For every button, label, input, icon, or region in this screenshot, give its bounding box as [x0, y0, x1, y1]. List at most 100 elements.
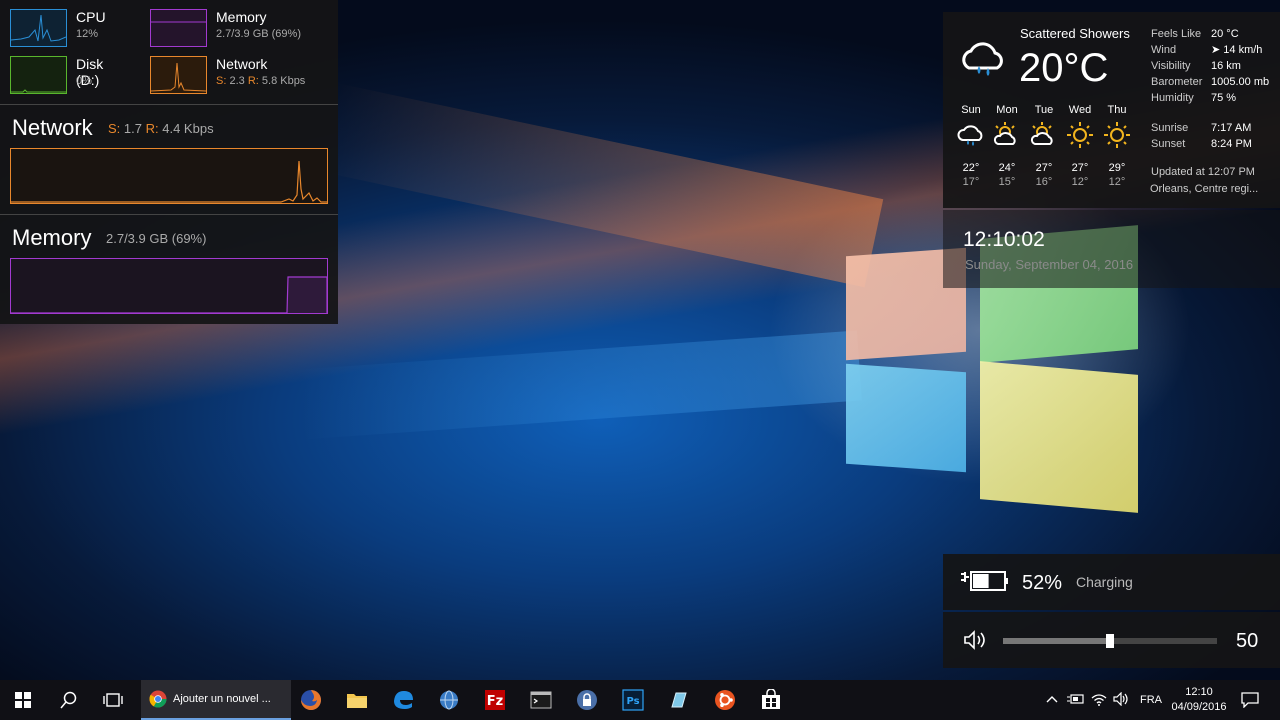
cpu-value: 12%: [76, 28, 99, 40]
edge-icon: [394, 691, 413, 709]
network-title: Network: [216, 56, 268, 72]
weather-sunrise: Sunrise 7:17 AM: [1151, 122, 1252, 134]
disk-value: 0%: [76, 75, 92, 87]
forecast-day-name: Wed: [1068, 104, 1092, 116]
taskbar-filezilla[interactable]: Fz: [472, 680, 518, 720]
windows-logo-pane: [980, 361, 1138, 513]
chevron-up-icon[interactable]: [1044, 694, 1060, 706]
wallpaper-light-beam: [316, 82, 884, 288]
forecast-day-name: Tue: [1034, 104, 1054, 116]
network-big-receive-value: 4.4 Kbps: [162, 121, 214, 136]
start-button[interactable]: [0, 680, 46, 720]
sun-icon: [1099, 122, 1135, 162]
forecast-day: Tue 27° 16°: [1026, 104, 1062, 188]
weather-temp-value: 20: [1019, 46, 1064, 90]
action-center-button[interactable]: [1230, 680, 1270, 720]
weather-updated: Updated at 12:07 PM: [1151, 166, 1255, 178]
memory-big-graph-line: [11, 276, 328, 314]
network-value: S: 2.3 R: 5.8 Kbps: [216, 75, 305, 87]
speaker-icon[interactable]: [963, 630, 989, 655]
network-graph: [150, 56, 207, 94]
taskbar-app[interactable]: [656, 680, 702, 720]
forecast-low: 12°: [1071, 176, 1089, 188]
memory-value: 2.7/3.9 GB (69%): [216, 28, 301, 40]
system-monitor-widget: CPU 12% Memory 2.7/3.9 GB (69%) Disk (D:…: [0, 0, 338, 324]
rain-cloud-icon: [957, 38, 1009, 83]
taskbar-edge[interactable]: [380, 680, 426, 720]
network-big-send-label: S:: [108, 121, 121, 136]
forecast-day: Thu 29° 12°: [1099, 104, 1135, 188]
battery-widget: 52% Charging: [943, 554, 1280, 610]
search-icon: [60, 691, 77, 709]
svg-text:Ps: Ps: [626, 696, 639, 707]
taskbar-command-prompt[interactable]: [518, 680, 564, 720]
divider: [0, 214, 338, 215]
battery-icon[interactable]: [1064, 693, 1088, 708]
memory-big-value: 2.7/3.9 GB (69%): [106, 231, 207, 246]
forecast-high: 27°: [1071, 162, 1089, 174]
battery-percent: 52%: [1022, 572, 1063, 594]
forecast-day-name: Thu: [1107, 104, 1127, 116]
terminal-icon: [530, 691, 552, 709]
photoshop-icon: Ps: [622, 689, 644, 711]
taskbar-chrome-window[interactable]: Ajouter un nouvel ...: [141, 680, 291, 720]
clock-time: 12:10:02: [963, 228, 1045, 251]
weather-detail-humidity: Humidity 75 %: [1151, 92, 1237, 104]
taskbar-photoshop[interactable]: Ps: [610, 680, 656, 720]
svg-text:Fz: Fz: [487, 694, 503, 709]
weather-widget: Scattered Showers 20°C Feels Like 20 °C W…: [943, 12, 1280, 208]
clock-date: Sunday, September 04, 2016: [965, 257, 1134, 272]
disk-graph-line: [11, 89, 66, 93]
forecast-high: 22°: [962, 162, 980, 174]
forecast-low: 12°: [1108, 176, 1126, 188]
forecast-day: Sun 22° 17°: [953, 104, 989, 188]
input-language[interactable]: FRA: [1140, 694, 1162, 706]
network-big-title: Network: [12, 115, 93, 140]
ubuntu-icon: [715, 690, 735, 710]
taskbar-outlook[interactable]: [426, 680, 472, 720]
clock-widget: 12:10:02 Sunday, September 04, 2016: [943, 210, 1280, 288]
forecast-high: 24°: [998, 162, 1016, 174]
filezilla-icon: Fz: [485, 690, 505, 710]
windows-logo-pane: [846, 363, 966, 473]
taskbar-date: 04/09/2016: [1171, 701, 1227, 713]
taskbar-keepass[interactable]: [564, 680, 610, 720]
weather-sun-times: Sunrise 7:17 AM Sunset 8:24 PM: [1151, 120, 1252, 152]
battery-state: Charging: [1076, 574, 1133, 590]
memory-title: Memory: [216, 9, 267, 25]
cpu-graph-line: [10, 14, 67, 42]
partly-cloudy-icon: [989, 122, 1025, 162]
search-button[interactable]: [46, 680, 92, 720]
weather-temp-unit: °C: [1063, 46, 1109, 90]
glass-app-icon: [671, 692, 687, 708]
forecast-day: Mon 24° 15°: [989, 104, 1025, 188]
taskbar-store[interactable]: [748, 680, 794, 720]
taskbar-clock[interactable]: 12:10 04/09/2016: [1166, 685, 1232, 715]
weather-temperature: 20°C: [1019, 46, 1108, 91]
network-graph-line: [150, 62, 207, 92]
firefox-icon: [301, 690, 321, 710]
volume-slider-fill: [1003, 638, 1110, 644]
system-tray: FRA: [1044, 680, 1162, 720]
wifi-icon[interactable]: [1088, 692, 1110, 709]
network-big-receive-label: R:: [145, 121, 159, 136]
taskbar-ubuntu[interactable]: [702, 680, 748, 720]
weather-detail-visibility: Visibility 16 km: [1151, 60, 1241, 72]
volume-slider[interactable]: [1003, 634, 1217, 648]
weather-detail-feels-like: Feels Like 20 °C: [1151, 28, 1239, 40]
weather-sunset: Sunset 8:24 PM: [1151, 138, 1252, 150]
taskbar-firefox[interactable]: [288, 680, 334, 720]
weather-detail-wind: Wind ➤ 14 km/h: [1151, 44, 1263, 56]
network-receive-value: 5.8 Kbps: [261, 75, 306, 87]
volume-icon[interactable]: [1110, 691, 1132, 709]
volume-slider-thumb[interactable]: [1106, 634, 1114, 648]
folder-icon: [347, 694, 367, 708]
weather-condition: Scattered Showers: [1020, 26, 1130, 41]
taskbar-file-explorer[interactable]: [334, 680, 380, 720]
network-big-value: S: 1.7 R: 4.4 Kbps: [108, 121, 214, 136]
memory-graph-line: [151, 21, 206, 23]
network-big-graph: [10, 148, 328, 204]
forecast-low: 17°: [962, 176, 980, 188]
store-icon: [762, 689, 780, 709]
task-view-button[interactable]: [90, 680, 136, 720]
